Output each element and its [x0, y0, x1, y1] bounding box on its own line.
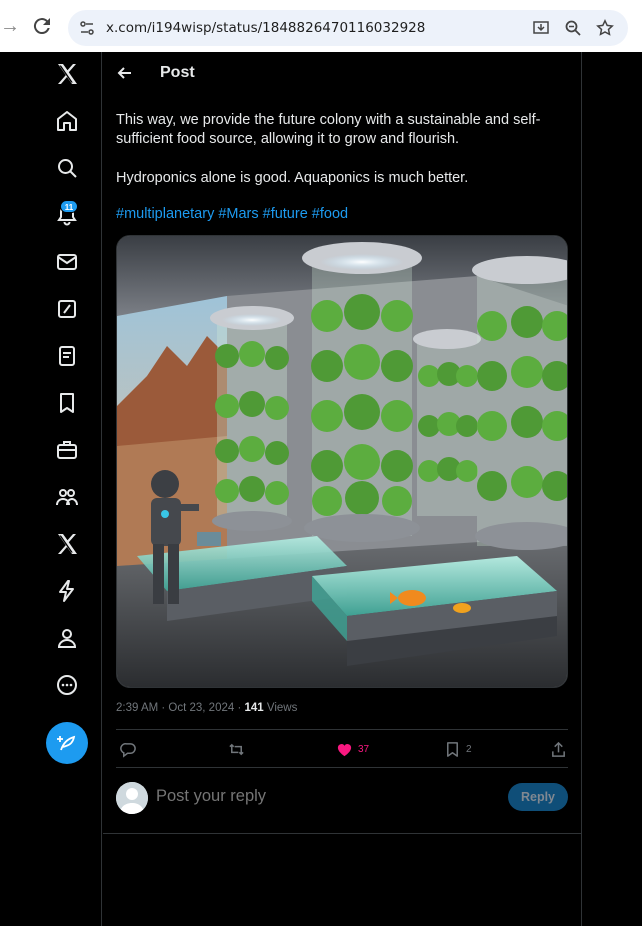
reply-submit-button[interactable]: Reply: [508, 783, 568, 811]
hashtag-link[interactable]: #food: [312, 206, 348, 222]
site-info-icon[interactable]: [78, 19, 96, 37]
bookmark-count: 2: [466, 743, 472, 755]
profile-icon[interactable]: [55, 626, 79, 650]
hashtags: #multiplanetary #Mars #future #food: [116, 206, 352, 222]
post-header: Post: [103, 52, 581, 96]
browser-toolbar: → x.com/i194wisp/status/1848826470116032…: [0, 0, 642, 52]
bookmarks-icon[interactable]: [55, 391, 79, 415]
url-text[interactable]: x.com/i194wisp/status/184882647011603292…: [106, 20, 425, 36]
zoom-icon[interactable]: [564, 19, 582, 37]
divider: [103, 833, 581, 834]
hashtag-link[interactable]: #future: [263, 206, 308, 222]
jobs-icon[interactable]: [55, 438, 79, 462]
post-image[interactable]: [116, 235, 568, 688]
grok-icon[interactable]: [55, 297, 79, 321]
x-logo-icon[interactable]: [55, 62, 79, 86]
post-text-paragraph: Hydroponics alone is good. Aquaponics is…: [116, 170, 469, 186]
reply-composer: Reply: [116, 781, 568, 817]
feather-plus-icon: [57, 735, 76, 751]
hashtag-link[interactable]: #Mars: [218, 206, 258, 222]
divider: [116, 767, 568, 768]
explore-icon[interactable]: [55, 156, 79, 180]
avatar[interactable]: [116, 782, 148, 814]
verified-orgs-icon[interactable]: [55, 579, 79, 603]
share-button[interactable]: [550, 740, 567, 758]
communities-icon[interactable]: [55, 485, 79, 509]
post-metadata: 2:39 AM · Oct 23, 2024 · 141 Views: [116, 702, 297, 714]
premium-icon[interactable]: [55, 532, 79, 556]
like-count: 37: [358, 743, 370, 755]
heart-filled-icon: [337, 743, 352, 756]
back-arrow-icon[interactable]: [115, 63, 135, 83]
default-avatar-icon: [116, 782, 148, 814]
compose-post-button[interactable]: [46, 722, 88, 764]
forward-arrow-icon[interactable]: →: [0, 14, 20, 38]
more-icon[interactable]: [55, 673, 79, 697]
like-button[interactable]: 37: [336, 740, 369, 758]
reply-icon: [120, 742, 136, 758]
notification-badge: 11: [60, 200, 78, 213]
address-bar[interactable]: x.com/i194wisp/status/184882647011603292…: [68, 10, 628, 46]
post-text-paragraph: This way, we provide the future colony w…: [116, 112, 541, 147]
bookmark-button[interactable]: 2: [444, 740, 472, 758]
hashtag-link[interactable]: #multiplanetary: [116, 206, 214, 222]
repost-button[interactable]: [228, 740, 245, 758]
views-count: 141: [244, 702, 264, 714]
bookmark-star-icon[interactable]: [596, 19, 614, 37]
repost-icon: [229, 743, 244, 755]
reload-icon[interactable]: [30, 14, 54, 38]
sidebar-nav: 11: [0, 52, 102, 926]
aquaponics-illustration: [117, 236, 567, 687]
views-label: Views: [263, 702, 298, 714]
lists-icon[interactable]: [55, 344, 79, 368]
reply-button[interactable]: [120, 740, 137, 758]
home-icon[interactable]: [55, 109, 79, 133]
post-timestamp[interactable]: 2:39 AM · Oct 23, 2024 ·: [116, 702, 244, 714]
bookmark-icon: [447, 741, 458, 757]
post-actions: 37 2: [116, 730, 568, 768]
page-title: Post: [160, 64, 195, 81]
main-column: Post This way, we provide the future col…: [103, 52, 582, 926]
install-app-icon[interactable]: [532, 19, 550, 37]
reply-input[interactable]: [156, 787, 456, 806]
messages-icon[interactable]: [55, 250, 79, 274]
share-icon: [552, 741, 565, 757]
